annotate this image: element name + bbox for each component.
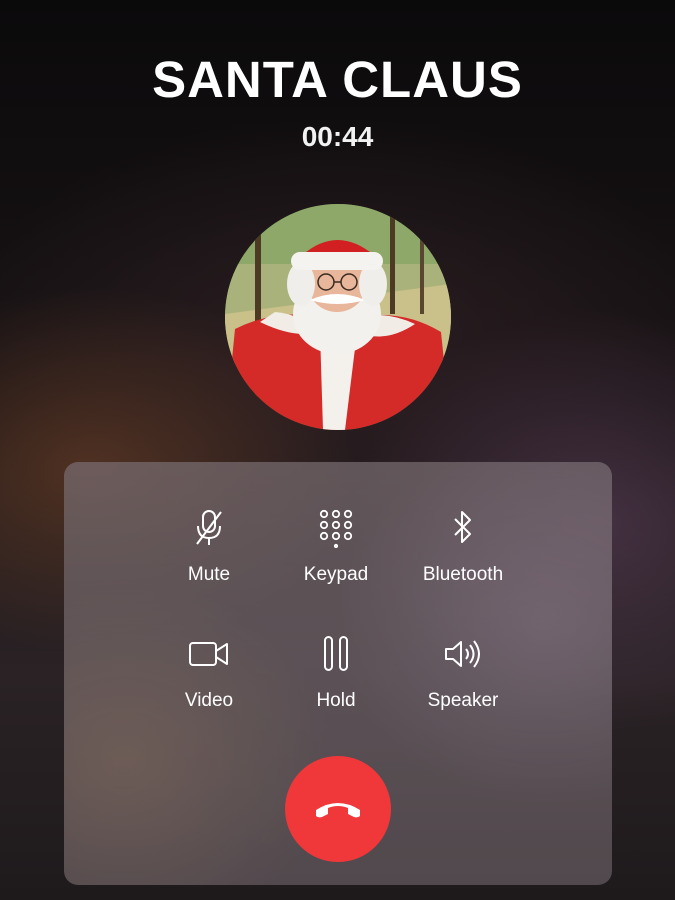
bluetooth-button[interactable]: Bluetooth xyxy=(403,508,523,586)
speaker-icon xyxy=(445,640,480,668)
mic-off-icon xyxy=(196,510,222,545)
video-label: Video xyxy=(184,690,234,711)
phone-hangup-icon xyxy=(316,803,360,818)
caller-avatar xyxy=(225,204,451,430)
pause-icon xyxy=(324,636,348,671)
keypad-icon xyxy=(319,509,353,548)
hold-label: Hold xyxy=(316,690,356,711)
caller-photo xyxy=(225,204,451,430)
caller-name: SANTA CLAUS xyxy=(152,51,523,108)
call-timer: 00:44 xyxy=(301,121,374,152)
video-button[interactable]: Video xyxy=(149,634,269,712)
keypad-label: Keypad xyxy=(303,564,369,585)
mute-button[interactable]: Mute xyxy=(149,508,269,586)
mute-label: Mute xyxy=(187,564,231,585)
video-icon xyxy=(189,642,228,666)
speaker-button[interactable]: Speaker xyxy=(403,634,523,712)
end-call-button[interactable] xyxy=(285,756,391,862)
hold-button[interactable]: Hold xyxy=(276,634,396,712)
bluetooth-label: Bluetooth xyxy=(422,564,504,585)
bluetooth-icon xyxy=(454,511,471,543)
speaker-label: Speaker xyxy=(427,690,499,711)
keypad-button[interactable]: Keypad xyxy=(276,508,396,586)
